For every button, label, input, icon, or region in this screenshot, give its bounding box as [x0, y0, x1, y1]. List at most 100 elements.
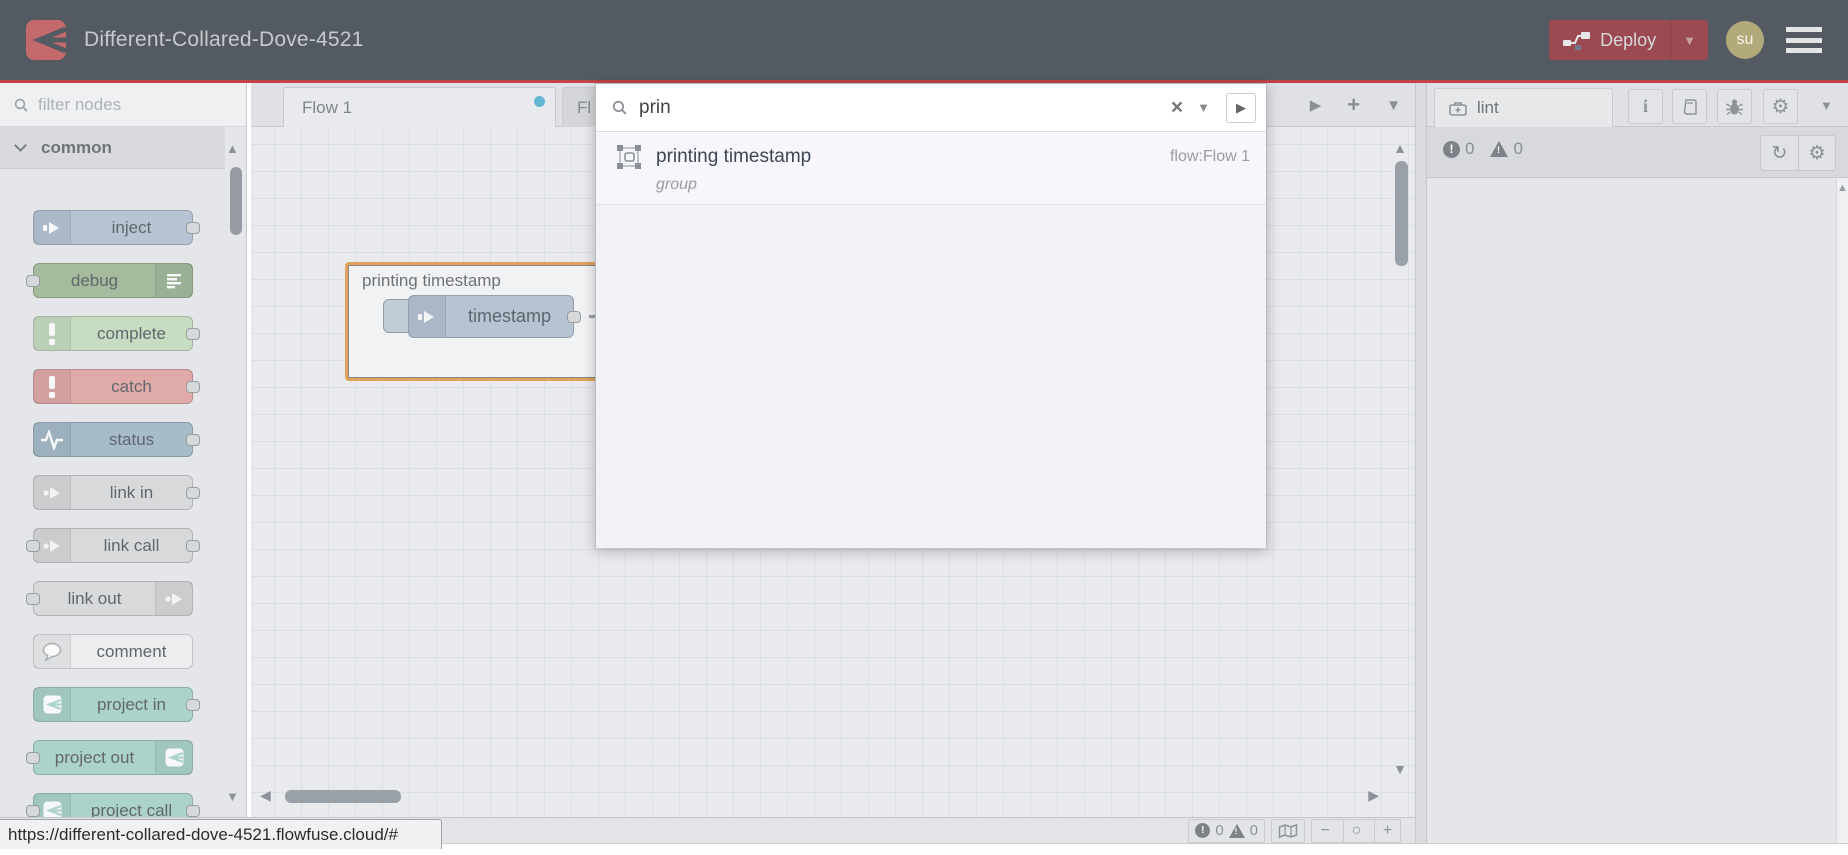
search-icon	[14, 98, 28, 112]
canvas-hscrollbar-thumb[interactable]	[285, 790, 401, 803]
palette-category-common[interactable]: common	[0, 127, 225, 169]
palette-node-link-in[interactable]: link in	[33, 475, 200, 510]
tab-scroll-right-icon[interactable]: ▶	[1310, 96, 1322, 114]
info-tab-button[interactable]: i	[1628, 89, 1663, 124]
canvas-scroll-up-icon[interactable]: ▲	[1393, 140, 1407, 156]
list-icon	[155, 264, 192, 297]
canvas-vscrollbar-thumb[interactable]	[1395, 161, 1408, 266]
right-sidebar: lint i ⚙ ▼ ! 0 ! 0 ↻ ⚙ ▲	[1427, 83, 1848, 843]
node-port	[26, 592, 40, 605]
deploy-options-caret[interactable]: ▼	[1670, 20, 1708, 60]
canvas-scroll-down-icon[interactable]: ▼	[1393, 761, 1407, 777]
add-flow-button[interactable]: +	[1347, 92, 1360, 118]
help-tab-button[interactable]	[1672, 89, 1707, 124]
zoom-in-button[interactable]: +	[1374, 819, 1400, 842]
deploy-icon	[1563, 30, 1591, 50]
inject-icon	[34, 211, 71, 244]
palette-node-link-out[interactable]: link out	[26, 581, 193, 616]
palette-node-label: link call	[103, 535, 160, 555]
palette-scroll-down-icon[interactable]: ▼	[226, 789, 239, 804]
sidebar-tab-lint[interactable]: lint	[1434, 88, 1613, 127]
palette-node-label: status	[108, 429, 155, 449]
palette-node-comment[interactable]: comment	[33, 634, 193, 669]
sidebar-tab-label: lint	[1477, 98, 1499, 117]
palette-node-inject[interactable]: inject	[33, 210, 200, 245]
sidebar-scroll-up-icon[interactable]: ▲	[1837, 182, 1848, 194]
sidebar-scrollbar[interactable]: ▲	[1836, 178, 1848, 843]
lint-panel-content	[1427, 178, 1836, 843]
link-icon	[34, 476, 71, 509]
browser-status-tooltip: https://different-collared-dove-4521.flo…	[0, 819, 442, 849]
canvas-scroll-left-icon[interactable]: ◀	[260, 787, 271, 804]
chevron-down-icon	[14, 139, 27, 152]
footer-notifications[interactable]: ! 0 ! 0	[1188, 818, 1265, 843]
search-result-title: printing timestamp	[656, 146, 812, 167]
node-port	[186, 486, 200, 499]
tab-flow-1-label: Flow 1	[302, 97, 353, 117]
bug-icon	[1726, 98, 1743, 115]
search-options-caret[interactable]: ▼	[1189, 100, 1218, 115]
toolbox-icon	[1447, 100, 1469, 117]
search-icon	[612, 100, 627, 115]
unsaved-changes-dot	[534, 96, 545, 107]
palette-node-catch[interactable]: catch	[33, 369, 200, 404]
tab-flow-1[interactable]: Flow 1	[283, 87, 556, 127]
group-icon	[616, 144, 642, 170]
palette-node-project-in[interactable]: project in	[33, 687, 200, 722]
node-port	[26, 539, 40, 552]
palette-node-debug[interactable]: debug	[26, 263, 193, 298]
palette-node-status[interactable]: status	[33, 422, 200, 457]
node-port	[186, 539, 200, 552]
lint-toolbar: ! 0 ! 0 ↻ ⚙	[1427, 127, 1848, 178]
lint-settings-button[interactable]: ⚙	[1798, 136, 1835, 170]
node-port	[186, 804, 200, 817]
palette-filter-input[interactable]	[36, 93, 206, 116]
node-port	[26, 751, 40, 764]
navigator-button[interactable]	[1271, 818, 1305, 843]
palette-node-complete[interactable]: complete	[33, 316, 200, 351]
palette-node-project-out[interactable]: project out	[26, 740, 193, 775]
zoom-out-button[interactable]: −	[1312, 820, 1338, 842]
node-port	[186, 380, 200, 393]
palette-node-link-call[interactable]: link call	[26, 528, 200, 563]
search-input-row: × ▼ ▶	[596, 84, 1266, 132]
deploy-button[interactable]: Deploy	[1549, 30, 1670, 51]
sidebar-menu-caret[interactable]: ▼	[1820, 98, 1833, 113]
search-input[interactable]	[637, 95, 1165, 120]
palette-scroll-up-icon[interactable]: ▲	[226, 141, 239, 156]
user-avatar[interactable]: su	[1726, 21, 1764, 59]
canvas-scroll-right-icon[interactable]: ▶	[1368, 787, 1379, 804]
palette-node-label: project out	[54, 747, 135, 767]
search-dialog: × ▼ ▶ printing timestamp flow:Flow 1 group	[595, 83, 1267, 548]
palette-category-label: common	[41, 137, 112, 157]
link-icon	[155, 582, 192, 615]
sidebar-splitter[interactable]	[1415, 83, 1427, 843]
flowfuse-icon	[155, 741, 192, 774]
error-icon: !	[1443, 140, 1460, 158]
palette-node-label: link out	[67, 588, 122, 608]
flowfuse-icon	[34, 688, 71, 721]
warning-icon: !	[1228, 823, 1245, 838]
search-result-kind: group	[656, 176, 697, 193]
palette-node-label: catch	[111, 376, 152, 396]
clear-search-icon[interactable]: ×	[1165, 96, 1189, 120]
palette-node-label: complete	[97, 323, 166, 343]
refresh-button[interactable]: ↻	[1761, 136, 1798, 170]
palette-node-label: link in	[109, 482, 154, 502]
palette-scrollbar-thumb[interactable]	[230, 167, 242, 235]
search-result-item[interactable]: printing timestamp flow:Flow 1 group	[596, 132, 1266, 205]
pulse-icon	[34, 423, 71, 456]
inject-icon	[409, 296, 446, 337]
flow-list-caret[interactable]: ▼	[1386, 97, 1401, 114]
flowfuse-logo-icon	[26, 20, 66, 60]
node-output-port[interactable]	[567, 310, 581, 323]
search-next-button[interactable]: ▶	[1226, 92, 1256, 123]
inject-node[interactable]: timestamp	[408, 295, 581, 338]
palette-node-label: debug	[70, 270, 119, 290]
palette-node-project-call[interactable]: project call	[26, 793, 200, 817]
config-tab-button[interactable]: ⚙	[1763, 89, 1798, 124]
main-menu-button[interactable]	[1786, 27, 1822, 53]
map-icon	[1278, 823, 1298, 838]
debug-tab-button[interactable]	[1717, 89, 1752, 124]
zoom-reset-button[interactable]: ○	[1343, 819, 1369, 842]
